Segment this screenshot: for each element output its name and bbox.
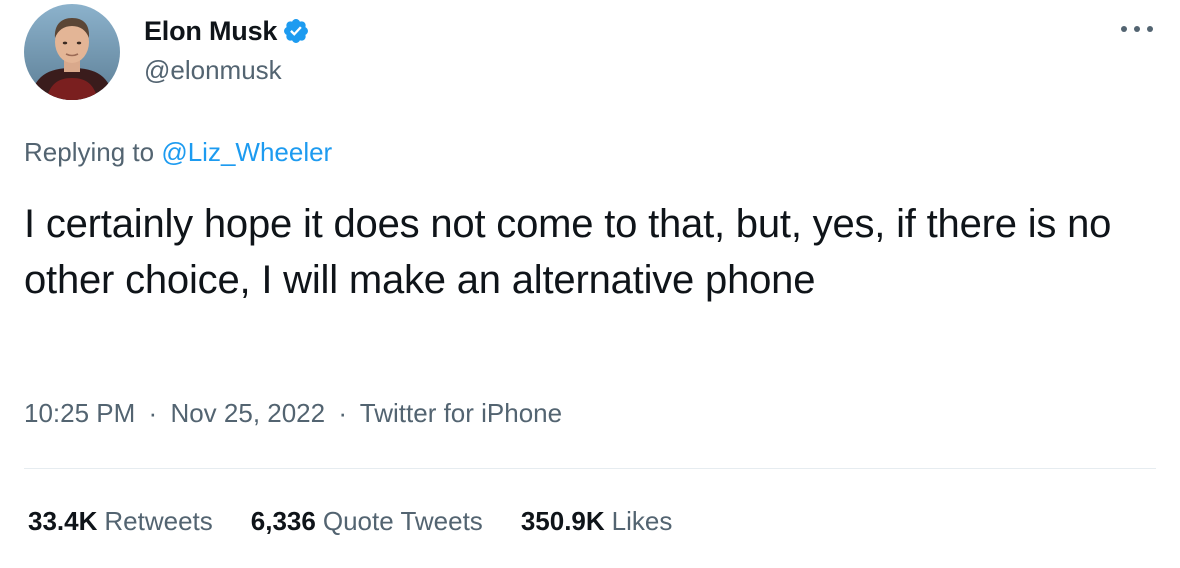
retweets-label: Retweets [104,506,213,536]
tweet-text: I certainly hope it does not come to tha… [24,202,1112,302]
display-name[interactable]: Elon Musk [144,16,277,47]
tweet-date[interactable]: Nov 25, 2022 [170,398,325,428]
likes-count: 350.9K [520,506,605,536]
quote-tweets-label: Quote Tweets [322,506,483,536]
author-name-row: Elon Musk [144,14,312,48]
retweets-stat[interactable]: 33.4K Retweets [28,506,213,537]
separator-dot: · [148,398,158,428]
likes-label: Likes [611,506,673,536]
tweet-metadata: 10:25 PM · Nov 25, 2022 · Twitter for iP… [24,398,562,429]
replying-to-label: Replying to [24,137,155,167]
avatar-image [24,4,120,100]
reply-to-handle-link[interactable]: @Liz_Wheeler [161,137,332,167]
tweet-time[interactable]: 10:25 PM [24,398,135,428]
retweets-count: 33.4K [28,506,98,536]
engagement-stats: 33.4K Retweets 6,336 Quote Tweets 350.9K… [28,506,710,537]
quote-tweets-stat[interactable]: 6,336 Quote Tweets [251,506,483,537]
author-handle[interactable]: @elonmusk [144,55,282,86]
separator-dot: · [338,398,348,428]
verified-badge-icon [282,16,312,46]
tweet-card: Elon Musk @elonmusk Replying to @Liz_Whe… [0,0,1180,568]
tweet-source[interactable]: Twitter for iPhone [360,398,562,428]
avatar[interactable] [24,4,120,100]
divider [24,468,1156,469]
replying-to-line: Replying to @Liz_Wheeler [24,137,332,168]
more-options-icon[interactable] [1117,14,1157,44]
likes-stat[interactable]: 350.9K Likes [521,506,673,537]
quote-tweets-count: 6,336 [250,506,316,536]
